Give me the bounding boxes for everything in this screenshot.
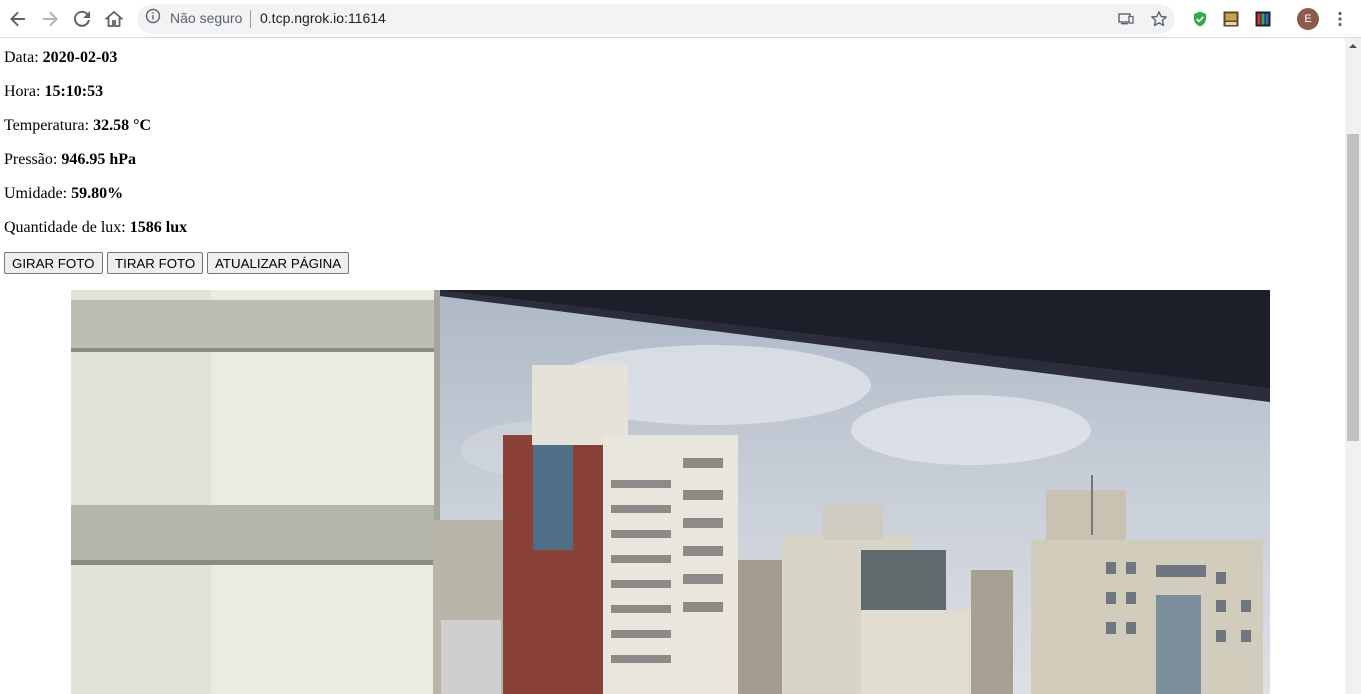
humidity-reading: Umidade: 59.80% — [4, 185, 124, 202]
time-value: 15:10:53 — [44, 83, 104, 100]
menu-icon[interactable] — [1327, 6, 1353, 32]
pressure-reading: Pressão: 946.95 hPa — [4, 151, 136, 168]
pressure-value: 946.95 hPa — [61, 151, 136, 168]
lux-reading: Quantidade de lux: 1586 lux — [4, 219, 188, 236]
vertical-scrollbar[interactable] — [1345, 38, 1361, 694]
cast-icon[interactable] — [1113, 6, 1139, 32]
date-reading: Data: 2020-02-03 — [4, 49, 118, 66]
lux-value: 1586 lux — [129, 219, 188, 236]
extension-icon[interactable] — [1218, 6, 1244, 32]
browser-toolbar: Não seguro 0.tcp.ngrok.io:11614 E — [0, 0, 1361, 38]
rotate-photo-button[interactable]: GIRAR FOTO — [4, 252, 103, 274]
temperature-reading: Temperatura: 32.58 °C — [4, 117, 152, 134]
page-content: Data: 2020-02-03 Hora: 15:10:53 Temperat… — [0, 38, 1345, 694]
scroll-up-icon[interactable] — [1345, 38, 1361, 54]
home-icon[interactable] — [101, 6, 127, 32]
temperature-value: 32.58 °C — [93, 117, 152, 134]
star-icon[interactable] — [1146, 6, 1172, 32]
forward-icon[interactable] — [37, 6, 63, 32]
take-photo-button[interactable]: TIRAR FOTO — [107, 252, 204, 274]
shield-extension-icon[interactable] — [1187, 6, 1213, 32]
security-label[interactable]: Não seguro — [170, 10, 242, 26]
media-extension-icon[interactable] — [1250, 6, 1276, 32]
reload-icon[interactable] — [69, 6, 95, 32]
date-value: 2020-02-03 — [42, 49, 118, 66]
time-reading: Hora: 15:10:53 — [4, 83, 104, 100]
camera-photo — [71, 290, 1270, 694]
url-text[interactable]: 0.tcp.ngrok.io:11614 — [260, 10, 386, 26]
scrollbar-thumb[interactable] — [1347, 134, 1359, 441]
refresh-page-button[interactable]: ATUALIZAR PÁGINA — [207, 252, 350, 274]
humidity-value: 59.80% — [71, 185, 124, 202]
back-icon[interactable] — [5, 6, 31, 32]
info-icon[interactable] — [145, 8, 161, 29]
address-separator — [250, 10, 251, 28]
profile-avatar[interactable]: E — [1297, 8, 1319, 30]
